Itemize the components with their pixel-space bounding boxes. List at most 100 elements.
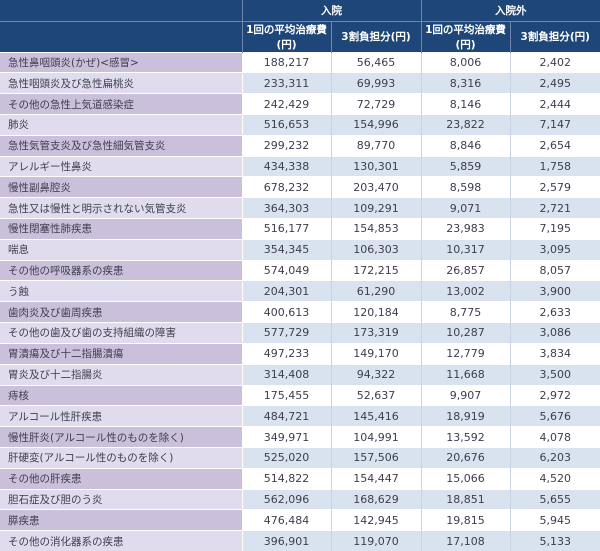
- disease-label: 急性又は慢性と明示されない気管支炎: [0, 197, 242, 219]
- cost-value: 7,195: [509, 218, 600, 240]
- cost-value: 5,859: [420, 155, 510, 177]
- cost-value: 69,993: [330, 72, 421, 94]
- disease-label: 胆石症及び胆のう炎: [0, 488, 242, 510]
- cost-value: 61,290: [330, 280, 421, 302]
- cost-value: 574,049: [241, 259, 331, 281]
- disease-label: 慢性副鼻腔炎: [0, 176, 242, 198]
- table-row: その他の消化器系の疾患 396,901 119,070 17,108 5,133: [0, 530, 600, 551]
- cost-value: 10,317: [420, 238, 510, 261]
- disease-label: 胃炎及び十二指腸炎: [0, 363, 242, 385]
- table-row: 胆石症及び胆のう炎 562,096 168,629 18,851 5,655: [0, 488, 600, 510]
- cost-value: 2,444: [509, 93, 600, 115]
- cost-value: 2,495: [509, 72, 600, 94]
- table-row: 胃炎及び十二指腸炎 314,408 94,322 11,668 3,500: [0, 363, 600, 385]
- cost-value: 4,078: [509, 426, 600, 448]
- table-row: 肝硬変(アルコール性のものを除く) 525,020 157,506 20,676 6,2…: [0, 446, 600, 469]
- table-row: 急性気管支炎及び急性細気管支炎 299,232 89,770 8,846 2,654: [0, 134, 600, 157]
- cost-value: 2,721: [509, 197, 600, 219]
- cost-value: 149,170: [330, 342, 421, 365]
- disease-label: う蝕: [0, 280, 242, 302]
- cost-value: 516,653: [241, 113, 331, 136]
- disease-label: その他の急性上気道感染症: [0, 93, 242, 115]
- disease-label: 喘息: [0, 238, 242, 261]
- cost-value: 354,345: [241, 238, 331, 261]
- cost-value: 109,291: [330, 197, 421, 219]
- cost-value: 145,416: [330, 405, 421, 427]
- cost-value: 2,579: [509, 176, 600, 198]
- cost-value: 106,303: [330, 238, 421, 261]
- cost-value: 89,770: [330, 134, 421, 157]
- col-header-outpatient-copay: 3割負担分(円): [509, 21, 600, 52]
- cost-value: 168,629: [330, 488, 421, 510]
- cost-value: 476,484: [241, 509, 331, 531]
- disease-label: その他の呼吸器系の疾患: [0, 259, 242, 281]
- col-header-outpatient-avg-cost: 1回の平均治療費(円): [420, 21, 510, 52]
- cost-value: 2,402: [509, 51, 600, 73]
- cost-value: 120,184: [330, 301, 421, 323]
- cost-value: 3,500: [509, 363, 600, 385]
- cost-value: 516,177: [241, 218, 331, 240]
- cost-value: 8,006: [420, 51, 510, 73]
- cost-value: 52,637: [330, 384, 421, 406]
- table-row: 肺炎 516,653 154,996 23,822 7,147: [0, 113, 600, 136]
- disease-label: その他の肝疾患: [0, 467, 242, 490]
- disease-label: 膵疾患: [0, 509, 242, 531]
- disease-label: 急性気管支炎及び急性細気管支炎: [0, 134, 242, 157]
- col-header-inpatient-avg-cost: 1回の平均治療費(円): [241, 21, 331, 52]
- disease-label: 慢性肝炎(アルコール性のものを除く): [0, 426, 242, 448]
- cost-value: 13,592: [420, 426, 510, 448]
- cost-value: 12,779: [420, 342, 510, 365]
- cost-value: 23,983: [420, 218, 510, 240]
- cost-value: 26,857: [420, 259, 510, 281]
- group-header-inpatient: 入院: [241, 0, 421, 22]
- disease-label: その他の歯及び歯の支持組織の障害: [0, 322, 242, 344]
- medical-treatment-cost-table: 入院 入院外 1回の平均治療費(円) 3割負担分(円) 1回の平均治療費(円) …: [0, 0, 600, 551]
- disease-label: 肝硬変(アルコール性のものを除く): [0, 446, 242, 469]
- cost-value: 154,447: [330, 467, 421, 490]
- cost-value: 154,853: [330, 218, 421, 240]
- cost-value: 497,233: [241, 342, 331, 365]
- cost-value: 314,408: [241, 363, 331, 385]
- cost-value: 17,108: [420, 530, 510, 551]
- disease-label: 慢性閉塞性肺疾患: [0, 218, 242, 240]
- disease-label: 急性咽頭炎及び急性扁桃炎: [0, 72, 242, 94]
- cost-value: 20,676: [420, 446, 510, 469]
- group-header-row: 入院 入院外: [0, 0, 600, 22]
- cost-value: 5,655: [509, 488, 600, 510]
- cost-value: 10,287: [420, 322, 510, 344]
- cost-value: 9,071: [420, 197, 510, 219]
- cost-value: 157,506: [330, 446, 421, 469]
- table-row: 歯肉炎及び歯周疾患 400,613 120,184 8,775 2,633: [0, 301, 600, 323]
- cost-value: 3,834: [509, 342, 600, 365]
- cost-value: 299,232: [241, 134, 331, 157]
- table-row: 喘息 354,345 106,303 10,317 3,095: [0, 238, 600, 261]
- cost-value: 5,133: [509, 530, 600, 551]
- table-row: 慢性閉塞性肺疾患 516,177 154,853 23,983 7,195: [0, 218, 600, 240]
- cost-value: 242,429: [241, 93, 331, 115]
- table-row: 慢性肝炎(アルコール性のものを除く) 349,971 104,991 13,592 4,…: [0, 426, 600, 448]
- group-header-outpatient: 入院外: [420, 0, 600, 22]
- cost-value: 172,215: [330, 259, 421, 281]
- cost-value: 119,070: [330, 530, 421, 551]
- sub-header-row: 1回の平均治療費(円) 3割負担分(円) 1回の平均治療費(円) 3割負担分(円…: [0, 21, 600, 52]
- cost-value: 2,633: [509, 301, 600, 323]
- table-header: 入院 入院外 1回の平均治療費(円) 3割負担分(円) 1回の平均治療費(円) …: [0, 0, 600, 52]
- table-row: 急性鼻咽頭炎(かぜ)<感冒> 188,217 56,465 8,006 2,402: [0, 51, 600, 73]
- table-row: 胃潰瘍及び十二指腸潰瘍 497,233 149,170 12,779 3,834: [0, 342, 600, 365]
- cost-value: 72,729: [330, 93, 421, 115]
- cost-value: 8,775: [420, 301, 510, 323]
- disease-label: 肺炎: [0, 113, 242, 136]
- cost-value: 4,520: [509, 467, 600, 490]
- table-row: う蝕 204,301 61,290 13,002 3,900: [0, 280, 600, 302]
- table-row: 急性又は慢性と明示されない気管支炎 364,303 109,291 9,071 2,72…: [0, 197, 600, 219]
- disease-label: 急性鼻咽頭炎(かぜ)<感冒>: [0, 51, 242, 73]
- table-row: その他の急性上気道感染症 242,429 72,729 8,146 2,444: [0, 93, 600, 115]
- cost-value: 678,232: [241, 176, 331, 198]
- cost-value: 204,301: [241, 280, 331, 302]
- cost-value: 13,002: [420, 280, 510, 302]
- cost-value: 364,303: [241, 197, 331, 219]
- table-row: その他の呼吸器系の疾患 574,049 172,215 26,857 8,057: [0, 259, 600, 281]
- table-row: アレルギー性鼻炎 434,338 130,301 5,859 1,758: [0, 155, 600, 177]
- cost-value: 400,613: [241, 301, 331, 323]
- cost-value: 525,020: [241, 446, 331, 469]
